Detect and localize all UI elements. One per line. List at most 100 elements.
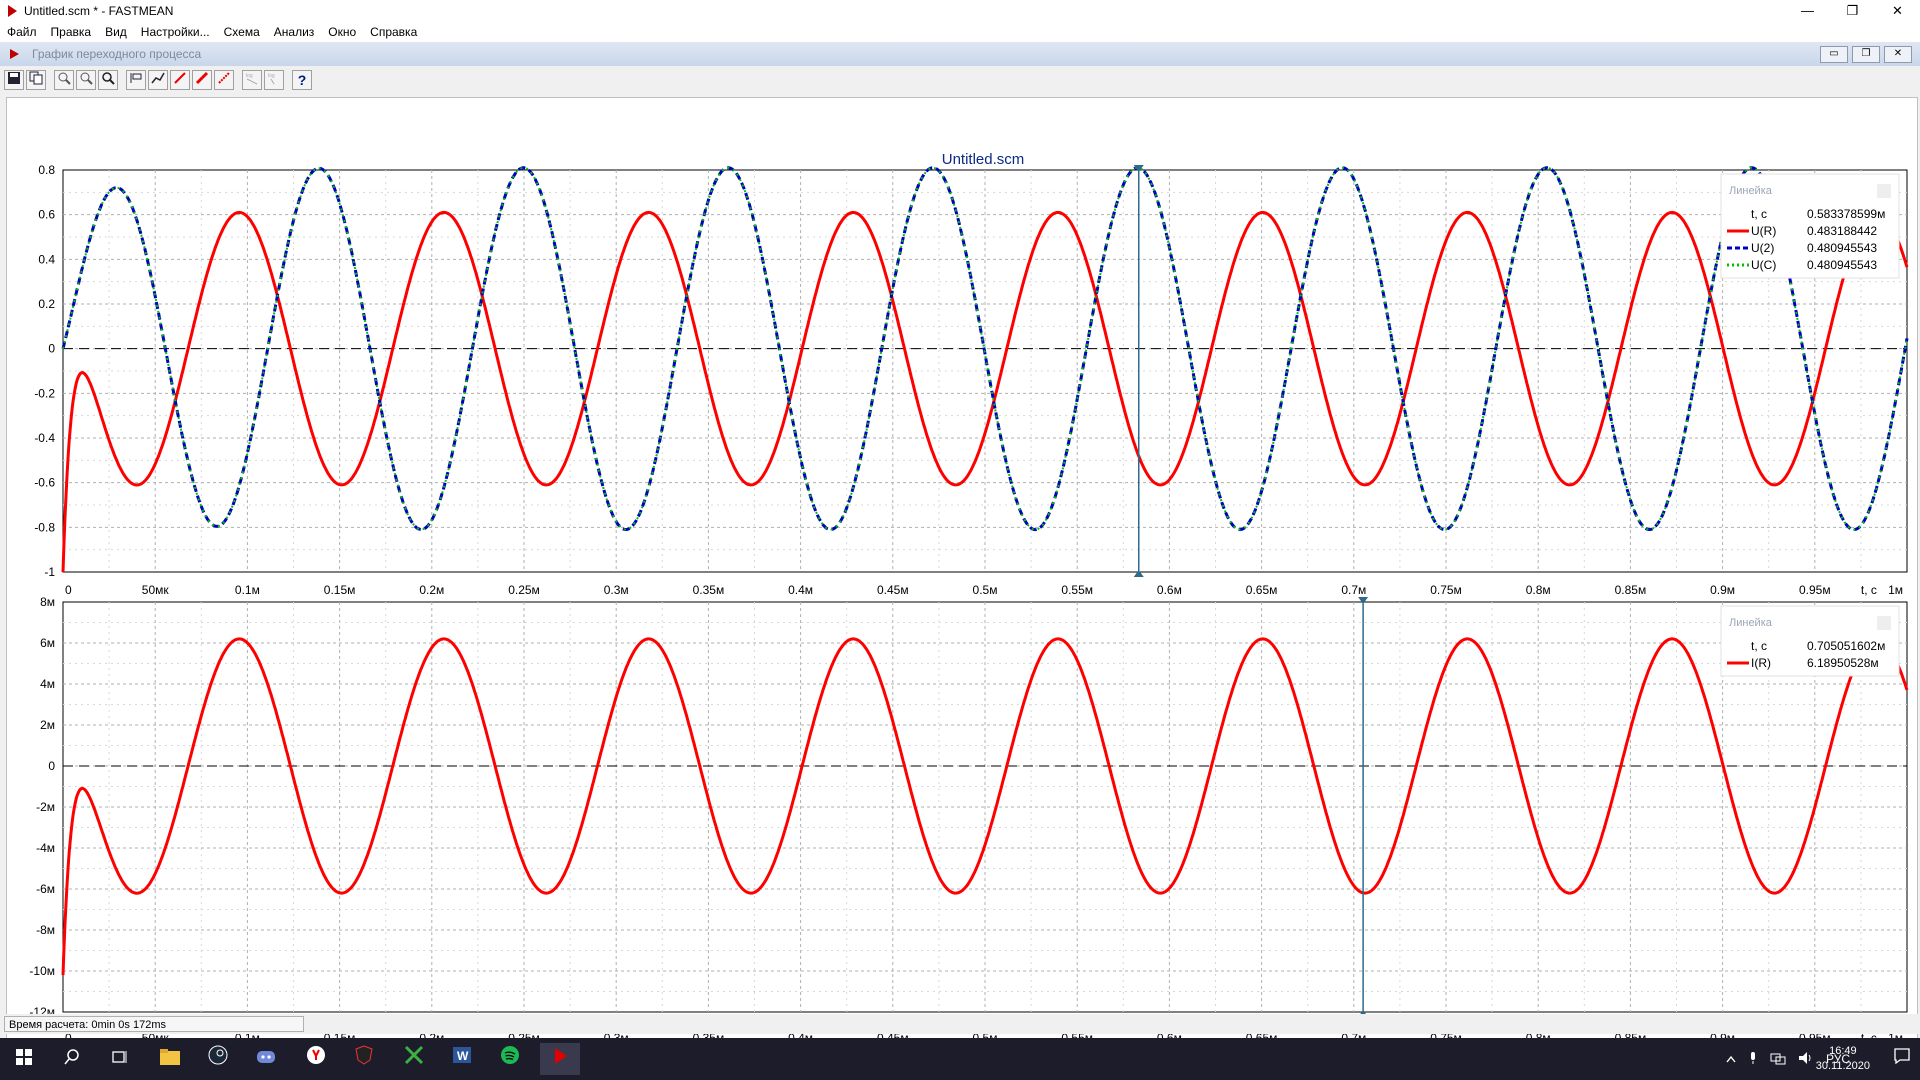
save-icon[interactable]	[4, 70, 24, 90]
x-tick-label: 0.15м	[324, 583, 356, 597]
zoom-out-icon[interactable]	[76, 70, 96, 90]
line-red-icon[interactable]	[170, 70, 190, 90]
x-tick-label: 0.7м	[1341, 583, 1366, 597]
legend-icon[interactable]	[126, 70, 146, 90]
y-tick-label: 6м	[40, 636, 55, 650]
taskbar: W РУС 16:49 30.11.2020	[0, 1038, 1920, 1080]
help-button[interactable]: ?	[292, 70, 312, 90]
search-icon[interactable]	[52, 1043, 92, 1075]
ruler-row-value: 0.480945543	[1807, 241, 1877, 255]
child-restore-button[interactable]: ❐	[1852, 46, 1880, 63]
y-tick-label: 0	[48, 759, 55, 773]
y-tick-label: -0.4	[34, 431, 55, 445]
x-tick-label: 50мк	[142, 583, 170, 597]
status-bar: Время расчета: 0min 0s 172ms	[0, 1014, 1920, 1034]
menu-schema[interactable]: Схема	[217, 22, 267, 42]
x-tick-label: 0.95м	[1799, 583, 1831, 597]
ruler-row-name: t, с	[1751, 639, 1767, 653]
plot-area: Untitled.scm 0 50мк 0.1м 0.15м 0.2м 0.25м 0.3м 0…	[6, 97, 1918, 1057]
x-tick-label: 0.2м	[419, 583, 444, 597]
zoom-fit-icon[interactable]	[98, 70, 118, 90]
spotify-icon[interactable]	[490, 1043, 530, 1075]
notification-icon[interactable]	[1894, 1048, 1910, 1069]
discord-icon[interactable]	[246, 1043, 286, 1075]
chart-window-icon	[10, 49, 19, 59]
file-explorer-icon[interactable]	[150, 1043, 190, 1075]
yandex-browser-icon[interactable]	[296, 1043, 336, 1075]
y-tick-label: -6м	[36, 882, 55, 896]
menu-file[interactable]: Файл	[0, 22, 44, 42]
menu-window[interactable]: Окно	[321, 22, 363, 42]
minimize-button[interactable]: —	[1785, 0, 1830, 22]
y-tick-label: 4м	[40, 677, 55, 691]
x-tick-label: 0.65м	[1246, 583, 1278, 597]
y-tick-label: -8м	[36, 923, 55, 937]
line-thick-icon[interactable]	[192, 70, 212, 90]
menu-settings[interactable]: Настройки...	[134, 22, 217, 42]
windows-start-icon[interactable]	[4, 1043, 44, 1075]
x-tick-label: 0.3м	[604, 583, 629, 597]
y-tick-label: 2м	[40, 718, 55, 732]
tray-chevron-icon[interactable]	[1726, 1052, 1736, 1066]
ruler-row-name: U(2)	[1751, 241, 1774, 255]
child-close-button[interactable]: ✕	[1884, 46, 1912, 63]
x-tick-label: 0.9м	[1710, 583, 1735, 597]
clock-time: 16:49	[1829, 1045, 1857, 1057]
ruler-row-name: U(C)	[1751, 258, 1776, 272]
task-view-icon[interactable]	[100, 1043, 140, 1075]
zoom-in-icon[interactable]	[54, 70, 74, 90]
log-y-icon[interactable]: log	[264, 70, 284, 90]
menu-help[interactable]: Справка	[363, 22, 424, 42]
fastmean-taskbar-icon[interactable]	[540, 1043, 580, 1075]
x-tick-label: 1м	[1888, 583, 1903, 597]
x-tick-label: 0.45м	[877, 583, 909, 597]
y-tick-label: -0.2	[34, 386, 55, 400]
ruler-row-value: 0.583378599м	[1807, 207, 1885, 221]
excel-icon[interactable]	[394, 1043, 434, 1075]
clock-date: 30.11.2020	[1815, 1060, 1870, 1072]
y-tick-label: -10м	[29, 964, 55, 978]
y-tick-label: 8м	[40, 595, 55, 609]
y-tick-label: 0.2	[38, 297, 55, 311]
volume-icon[interactable]	[1798, 1051, 1814, 1068]
y-tick-label: -2м	[36, 800, 55, 814]
menu-view[interactable]: Вид	[98, 22, 134, 42]
log-x-icon[interactable]: log	[242, 70, 262, 90]
chart-title: Untitled.scm	[942, 151, 1025, 168]
menu-edit[interactable]: Правка	[44, 22, 99, 42]
ruler-row-value: 6.18950528м	[1807, 656, 1879, 670]
close-button[interactable]: ✕	[1875, 0, 1920, 22]
y-tick-label: -0.8	[34, 520, 55, 534]
network-icon[interactable]	[1770, 1051, 1786, 1068]
grid-icon[interactable]	[214, 70, 234, 90]
menu-analysis[interactable]: Анализ	[267, 22, 322, 42]
y-tick-label: -1	[44, 565, 55, 579]
maximize-button[interactable]: ❐	[1830, 0, 1875, 22]
markers-icon[interactable]	[148, 70, 168, 90]
ruler-row-value: 0.705051602м	[1807, 639, 1885, 653]
x-tick-label: 0.25м	[508, 583, 540, 597]
copy-icon[interactable]	[26, 70, 46, 90]
y-tick-label: 0.4	[38, 252, 55, 266]
steam-icon[interactable]	[198, 1043, 238, 1075]
x-tick-label: 0.55м	[1061, 583, 1093, 597]
x-tick-label: 0	[65, 583, 72, 597]
y-tick-label: 0	[48, 342, 55, 356]
y-tick-label: 0.6	[38, 208, 55, 222]
svg-text:log: log	[246, 73, 253, 79]
clock[interactable]: 16:49 30.11.2020	[1816, 1044, 1870, 1074]
x-axis-unit-label: t, с	[1861, 583, 1877, 597]
x-tick-label: 0.5м	[973, 583, 998, 597]
svg-text:log: log	[268, 73, 275, 79]
child-window-titlebar: График переходного процесса ▭ ❐ ✕	[0, 42, 1920, 66]
ruler-row-value: 0.483188442	[1807, 224, 1877, 238]
microphone-icon[interactable]	[1748, 1051, 1758, 1068]
x-tick-label: 0.8м	[1526, 583, 1551, 597]
shield-app-icon[interactable]	[344, 1043, 384, 1075]
y-tick-label: -4м	[36, 841, 55, 855]
fastmean-icon	[8, 5, 17, 17]
y-tick-label: -0.6	[34, 476, 55, 490]
ruler-close-icon	[1877, 184, 1891, 198]
child-minimize-button[interactable]: ▭	[1820, 46, 1848, 63]
word-icon[interactable]: W	[442, 1043, 482, 1075]
